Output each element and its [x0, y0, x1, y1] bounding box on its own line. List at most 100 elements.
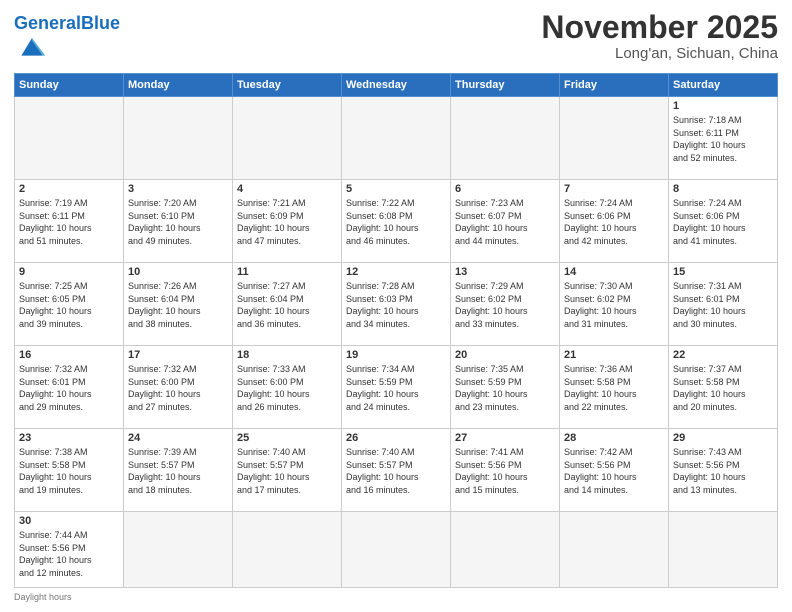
- calendar-cell: [451, 512, 560, 588]
- calendar-cell: [669, 512, 778, 588]
- calendar-cell: [15, 97, 124, 180]
- day-number: 21: [564, 349, 664, 361]
- day-info: Sunrise: 7:40 AM Sunset: 5:57 PM Dayligh…: [237, 446, 337, 496]
- calendar-cell: [233, 512, 342, 588]
- logo-text: GeneralBlue: [14, 14, 120, 32]
- calendar-cell: 23Sunrise: 7:38 AM Sunset: 5:58 PM Dayli…: [15, 429, 124, 512]
- calendar-cell: 8 Sunrise: 7:24 AM Sunset: 6:06 PM Daylig…: [669, 180, 778, 263]
- day-number: 29: [673, 432, 773, 444]
- day-number: 18: [237, 349, 337, 361]
- weekday-header-wednesday: Wednesday: [342, 74, 451, 97]
- day-number: 24: [128, 432, 228, 444]
- day-number: 14: [564, 266, 664, 278]
- day-number: 2: [19, 183, 119, 195]
- calendar-cell: 3Sunrise: 7:20 AM Sunset: 6:10 PM Daylig…: [124, 180, 233, 263]
- month-title: November 2025: [541, 10, 778, 45]
- week-row-3: 9 Sunrise: 7:25 AM Sunset: 6:05 PM Daylig…: [15, 263, 778, 346]
- day-number: 17: [128, 349, 228, 361]
- day-number: 26: [346, 432, 446, 444]
- day-info: Sunrise: 7:32 AM Sunset: 6:00 PM Dayligh…: [128, 363, 228, 413]
- calendar-table: SundayMondayTuesdayWednesdayThursdayFrid…: [14, 73, 778, 588]
- calendar-cell: [342, 97, 451, 180]
- day-number: 1: [673, 100, 773, 112]
- day-number: 10: [128, 266, 228, 278]
- calendar-cell: 6 Sunrise: 7:23 AM Sunset: 6:07 PM Daylig…: [451, 180, 560, 263]
- calendar-cell: 19Sunrise: 7:34 AM Sunset: 5:59 PM Dayli…: [342, 346, 451, 429]
- day-number: 23: [19, 432, 119, 444]
- day-number: 7: [564, 183, 664, 195]
- day-number: 3: [128, 183, 228, 195]
- day-info: Sunrise: 7:19 AM Sunset: 6:11 PM Dayligh…: [19, 197, 119, 247]
- calendar-cell: [560, 97, 669, 180]
- day-number: 12: [346, 266, 446, 278]
- calendar-cell: 11 Sunrise: 7:27 AM Sunset: 6:04 PM Dayli…: [233, 263, 342, 346]
- weekday-header-tuesday: Tuesday: [233, 74, 342, 97]
- calendar-cell: 18 Sunrise: 7:33 AM Sunset: 6:00 PM Dayli…: [233, 346, 342, 429]
- calendar-cell: 16 Sunrise: 7:32 AM Sunset: 6:01 PM Dayli…: [15, 346, 124, 429]
- weekday-header-saturday: Saturday: [669, 74, 778, 97]
- calendar-cell: 2 Sunrise: 7:19 AM Sunset: 6:11 PM Daylig…: [15, 180, 124, 263]
- day-info: Sunrise: 7:26 AM Sunset: 6:04 PM Dayligh…: [128, 280, 228, 330]
- day-info: Sunrise: 7:31 AM Sunset: 6:01 PM Dayligh…: [673, 280, 773, 330]
- day-number: 30: [19, 515, 119, 527]
- day-number: 8: [673, 183, 773, 195]
- day-number: 9: [19, 266, 119, 278]
- logo-general: General: [14, 13, 81, 33]
- weekday-header-monday: Monday: [124, 74, 233, 97]
- calendar-cell: 27 Sunrise: 7:41 AM Sunset: 5:56 PM Dayli…: [451, 429, 560, 512]
- logo-icon: [16, 32, 48, 60]
- week-row-5: 23Sunrise: 7:38 AM Sunset: 5:58 PM Dayli…: [15, 429, 778, 512]
- day-number: 19: [346, 349, 446, 361]
- calendar-cell: 12 Sunrise: 7:28 AM Sunset: 6:03 PM Dayli…: [342, 263, 451, 346]
- daylight-label: Daylight hours: [14, 592, 72, 602]
- logo: GeneralBlue: [14, 14, 120, 65]
- day-info: Sunrise: 7:28 AM Sunset: 6:03 PM Dayligh…: [346, 280, 446, 330]
- location: Long'an, Sichuan, China: [541, 45, 778, 62]
- calendar-cell: 17 Sunrise: 7:32 AM Sunset: 6:00 PM Dayli…: [124, 346, 233, 429]
- day-info: Sunrise: 7:41 AM Sunset: 5:56 PM Dayligh…: [455, 446, 555, 496]
- header: GeneralBlue November 2025 Long'an, Sichu…: [14, 10, 778, 65]
- day-info: Sunrise: 7:43 AM Sunset: 5:56 PM Dayligh…: [673, 446, 773, 496]
- calendar-cell: 5Sunrise: 7:22 AM Sunset: 6:08 PM Daylig…: [342, 180, 451, 263]
- day-info: Sunrise: 7:18 AM Sunset: 6:11 PM Dayligh…: [673, 114, 773, 164]
- day-info: Sunrise: 7:42 AM Sunset: 5:56 PM Dayligh…: [564, 446, 664, 496]
- day-info: Sunrise: 7:39 AM Sunset: 5:57 PM Dayligh…: [128, 446, 228, 496]
- day-number: 16: [19, 349, 119, 361]
- weekday-header-row: SundayMondayTuesdayWednesdayThursdayFrid…: [15, 74, 778, 97]
- day-info: Sunrise: 7:21 AM Sunset: 6:09 PM Dayligh…: [237, 197, 337, 247]
- calendar-cell: 15Sunrise: 7:31 AM Sunset: 6:01 PM Dayli…: [669, 263, 778, 346]
- day-info: Sunrise: 7:30 AM Sunset: 6:02 PM Dayligh…: [564, 280, 664, 330]
- calendar-cell: 13Sunrise: 7:29 AM Sunset: 6:02 PM Dayli…: [451, 263, 560, 346]
- calendar-cell: [560, 512, 669, 588]
- day-info: Sunrise: 7:23 AM Sunset: 6:07 PM Dayligh…: [455, 197, 555, 247]
- day-info: Sunrise: 7:24 AM Sunset: 6:06 PM Dayligh…: [564, 197, 664, 247]
- day-info: Sunrise: 7:37 AM Sunset: 5:58 PM Dayligh…: [673, 363, 773, 413]
- day-info: Sunrise: 7:25 AM Sunset: 6:05 PM Dayligh…: [19, 280, 119, 330]
- calendar-cell: 28 Sunrise: 7:42 AM Sunset: 5:56 PM Dayli…: [560, 429, 669, 512]
- day-info: Sunrise: 7:24 AM Sunset: 6:06 PM Dayligh…: [673, 197, 773, 247]
- day-number: 28: [564, 432, 664, 444]
- calendar-cell: [342, 512, 451, 588]
- calendar-cell: [233, 97, 342, 180]
- day-info: Sunrise: 7:22 AM Sunset: 6:08 PM Dayligh…: [346, 197, 446, 247]
- day-number: 4: [237, 183, 337, 195]
- day-number: 11: [237, 266, 337, 278]
- day-number: 6: [455, 183, 555, 195]
- calendar-cell: 25Sunrise: 7:40 AM Sunset: 5:57 PM Dayli…: [233, 429, 342, 512]
- calendar-cell: 9 Sunrise: 7:25 AM Sunset: 6:05 PM Daylig…: [15, 263, 124, 346]
- day-info: Sunrise: 7:36 AM Sunset: 5:58 PM Dayligh…: [564, 363, 664, 413]
- day-info: Sunrise: 7:32 AM Sunset: 6:01 PM Dayligh…: [19, 363, 119, 413]
- day-info: Sunrise: 7:27 AM Sunset: 6:04 PM Dayligh…: [237, 280, 337, 330]
- calendar-cell: [124, 512, 233, 588]
- calendar-cell: 26Sunrise: 7:40 AM Sunset: 5:57 PM Dayli…: [342, 429, 451, 512]
- day-info: Sunrise: 7:29 AM Sunset: 6:02 PM Dayligh…: [455, 280, 555, 330]
- logo-blue: Blue: [81, 13, 120, 33]
- calendar-cell: 7 Sunrise: 7:24 AM Sunset: 6:06 PM Daylig…: [560, 180, 669, 263]
- title-block: November 2025 Long'an, Sichuan, China: [541, 10, 778, 62]
- day-info: Sunrise: 7:33 AM Sunset: 6:00 PM Dayligh…: [237, 363, 337, 413]
- calendar-cell: 24 Sunrise: 7:39 AM Sunset: 5:57 PM Dayli…: [124, 429, 233, 512]
- day-number: 27: [455, 432, 555, 444]
- day-number: 22: [673, 349, 773, 361]
- week-row-1: 1 Sunrise: 7:18 AM Sunset: 6:11 PM Daylig…: [15, 97, 778, 180]
- day-info: Sunrise: 7:35 AM Sunset: 5:59 PM Dayligh…: [455, 363, 555, 413]
